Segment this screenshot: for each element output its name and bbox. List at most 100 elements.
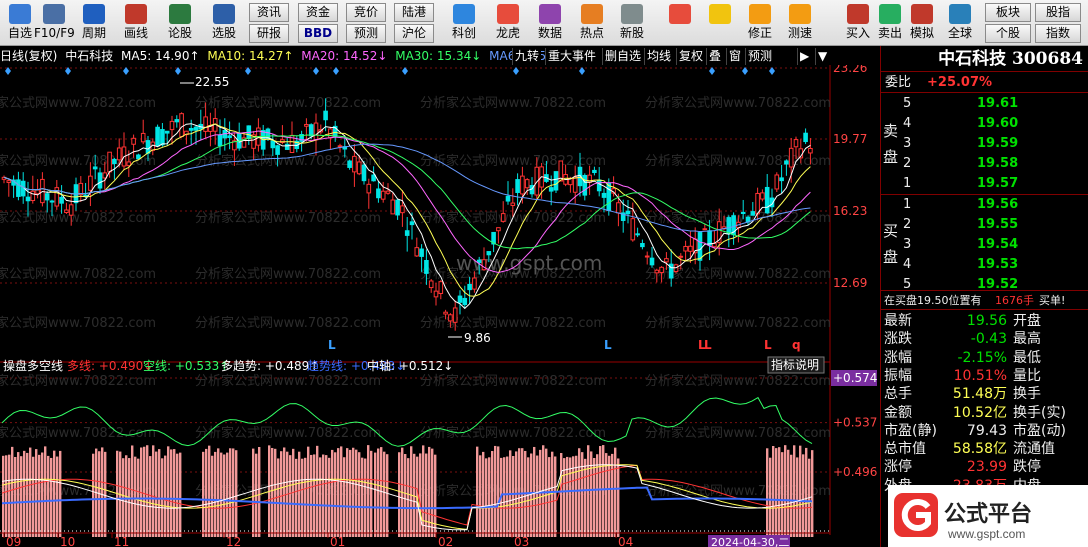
indicator-bar <box>149 456 152 537</box>
candle-body <box>164 130 170 134</box>
candle-body <box>640 243 645 248</box>
toolbar-2-tab[interactable]: 竞价 <box>346 3 386 22</box>
candle-body <box>68 204 74 216</box>
toolbar-6-tab[interactable]: 预测 <box>346 24 386 43</box>
toolbar-4-tab[interactable]: 研报 <box>249 24 289 43</box>
candle-body <box>740 211 746 214</box>
toolbar-5-tab[interactable]: BBD <box>298 24 338 43</box>
indicator-bar <box>581 452 584 537</box>
toolbar-hammer-button[interactable]: 模拟 <box>902 2 942 44</box>
toolbar-pe-button[interactable]: 数据 <box>530 2 570 44</box>
chart-btn-5[interactable]: 叠 <box>706 48 724 65</box>
indicator-bar <box>56 456 59 537</box>
toolbar-globe-button[interactable]: 全球 <box>940 2 980 44</box>
chart-btn-2[interactable]: 删自选 <box>602 48 644 65</box>
dropdown-arrow-icon[interactable]: ▼ <box>815 48 830 65</box>
toolbar-0-tab[interactable]: 资讯 <box>249 3 289 22</box>
stat-value: 10.52亿 <box>952 404 1007 421</box>
play-arrow-icon[interactable]: ▶ <box>797 48 812 65</box>
indicator-bar <box>769 457 772 537</box>
candle-body <box>688 245 693 252</box>
indicator-bar <box>226 452 229 537</box>
chart-btn-0[interactable]: 九转 <box>512 48 542 65</box>
date-tick-label: 04 <box>618 535 633 547</box>
chart-btn-4[interactable]: 复权 <box>676 48 706 65</box>
candle-body <box>779 177 784 182</box>
event-marker <box>402 67 408 75</box>
indicator-bar <box>422 445 425 537</box>
toolbar-1-tab[interactable]: 资金 <box>298 3 338 22</box>
chart-btn-6[interactable]: 窗 <box>726 48 744 65</box>
candle-body <box>313 122 319 141</box>
toolbar-3-tab[interactable]: 陆港 <box>394 3 434 22</box>
indicator-bar <box>530 453 533 537</box>
indicator-bar <box>170 449 173 537</box>
toolbar-back-button[interactable] <box>700 2 740 44</box>
indicator-bar <box>41 452 44 537</box>
home-icon <box>9 4 31 24</box>
date-tick-label: 01 <box>330 535 345 547</box>
candle-body <box>126 161 132 167</box>
chart-btn-1[interactable]: 重大事件 <box>545 48 599 65</box>
indicator-bar <box>258 446 261 537</box>
date-tick-label: 09 <box>6 535 21 547</box>
toolbar-speed-button[interactable]: 测速 <box>780 2 820 44</box>
trade-alert-qty: 1676手 <box>995 294 1034 307</box>
stat-label-2: 流通值 <box>1013 441 1055 458</box>
chart-btn-7[interactable]: 预测 <box>745 48 775 65</box>
candle-body <box>44 193 50 201</box>
toolbar-chat-button[interactable]: 论股 <box>160 2 200 44</box>
indicator-bar <box>283 447 286 537</box>
toolbar-dragon-button[interactable]: 龙虎 <box>488 2 528 44</box>
candle-body <box>217 134 223 147</box>
bid-level: 2 <box>903 217 912 232</box>
colors-icon <box>669 4 691 24</box>
toolbar-select-button[interactable]: 选股 <box>204 2 244 44</box>
toolbar-fix-button[interactable]: 修正 <box>740 2 780 44</box>
stat-label-2: 开盘 <box>1013 313 1041 329</box>
f10-icon <box>43 4 65 24</box>
toolbar-right-2-button[interactable]: 个股 <box>985 24 1031 43</box>
candle-body <box>88 175 93 191</box>
candle-body <box>438 281 444 294</box>
candle-body <box>784 160 789 165</box>
candle-body <box>500 213 506 222</box>
indicator-bar <box>377 448 380 537</box>
date-tick-label: 12 <box>226 535 241 547</box>
indicator-bar <box>143 446 146 537</box>
candle-body <box>352 155 357 173</box>
toolbar-label: 模拟 <box>909 26 934 40</box>
indicator-bar <box>301 458 304 537</box>
toolbar-chart-button[interactable]: 科创 <box>444 2 484 44</box>
toolbar-f10-button[interactable]: F10/F9 <box>34 2 75 44</box>
candle-body <box>596 179 602 192</box>
toolbar-right-0-button[interactable]: 板块 <box>985 3 1031 22</box>
candle-body <box>683 245 688 252</box>
candle-body <box>553 171 559 191</box>
chart-btn-3[interactable]: 均线 <box>644 48 674 65</box>
stat-label-2: 市盈(动) <box>1013 422 1066 439</box>
indicator-bar <box>23 450 26 537</box>
toolbar-pencil-button[interactable]: 画线 <box>116 2 156 44</box>
toolbar-7-tab[interactable]: 沪伦 <box>394 24 434 43</box>
candle-body <box>136 154 141 160</box>
indicator-bar <box>20 456 23 537</box>
event-marker <box>769 67 775 75</box>
chart-mode[interactable]: 日线(复权) <box>0 49 57 63</box>
toolbar-right-1-button[interactable]: 股指 <box>1035 3 1081 22</box>
toolbar-fire-button[interactable]: 热点 <box>572 2 612 44</box>
watermark-text: 分析家公式网www.70822.com <box>0 425 156 441</box>
candle-body <box>635 233 640 236</box>
kline-chart[interactable]: 分析家公式网www.70822.com 分析家公式网www.70822.com 分析… <box>0 65 880 547</box>
indicator-bar <box>497 446 500 537</box>
toolbar-colors-button[interactable] <box>660 2 700 44</box>
indicator-bar <box>32 456 35 537</box>
toolbar-right-3-button[interactable]: 指数 <box>1035 24 1081 43</box>
toolbar-ipo-button[interactable]: 新股 <box>612 2 652 44</box>
stat-label: 总手 <box>884 386 912 403</box>
indicator-bar <box>787 449 790 537</box>
toolbar-clock-button[interactable]: 周期 <box>74 2 114 44</box>
indicator-bar <box>158 449 161 537</box>
candle-body <box>409 221 415 226</box>
indicator-bar <box>614 447 617 537</box>
